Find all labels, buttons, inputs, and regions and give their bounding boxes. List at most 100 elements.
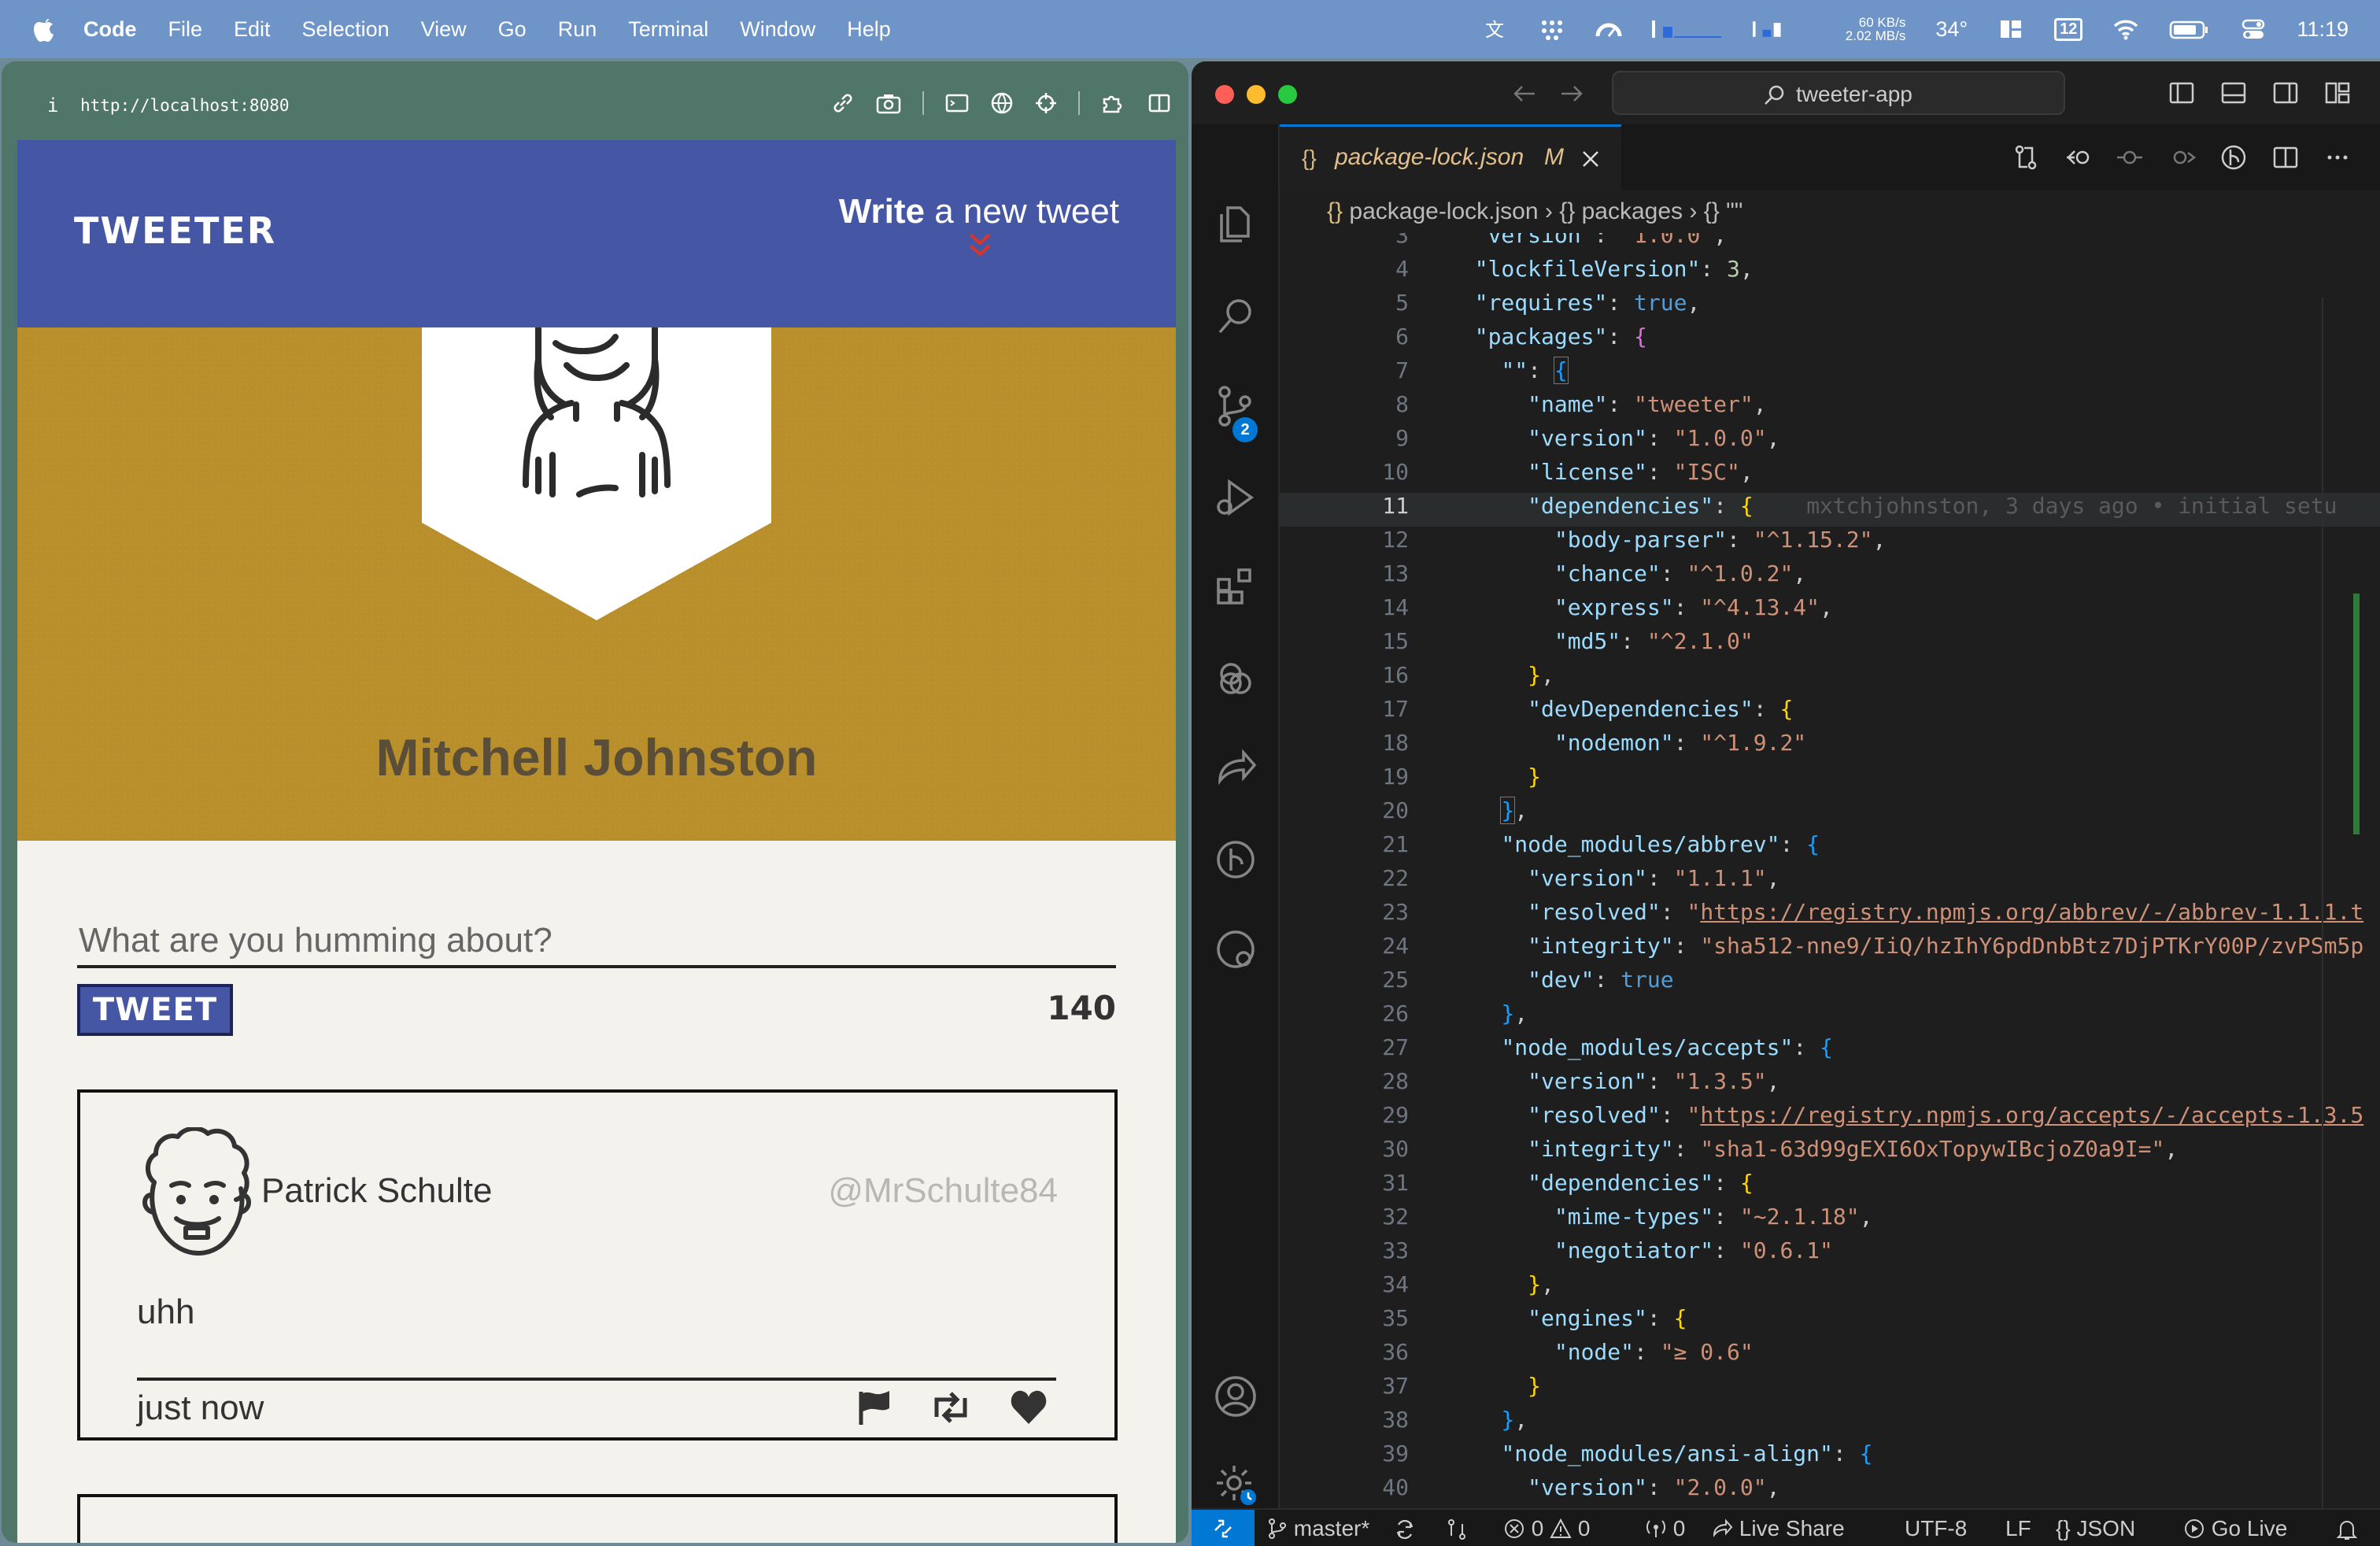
forward-arrow-icon[interactable] <box>1558 82 1585 105</box>
menu-edit[interactable]: Edit <box>234 17 271 42</box>
crosshair-icon[interactable] <box>1034 91 1058 115</box>
speedometer-icon[interactable] <box>1595 16 1622 43</box>
toolbar-divider <box>1078 91 1080 115</box>
retweet-icon[interactable] <box>929 1390 973 1425</box>
globe-icon[interactable] <box>990 91 1014 115</box>
translate-icon[interactable]: 文 <box>1482 16 1509 43</box>
control-center-icon[interactable] <box>2240 16 2267 43</box>
brand-logo[interactable]: TWEETER <box>74 209 276 252</box>
tweet-card <box>77 1494 1118 1543</box>
command-center[interactable]: tweeter-app <box>1612 71 2065 115</box>
menu-help[interactable]: Help <box>847 17 891 42</box>
explorer-icon[interactable] <box>1214 203 1258 247</box>
settings-gear-icon[interactable] <box>1214 1463 1258 1507</box>
previous-change-icon[interactable] <box>2116 143 2144 172</box>
go-live-button[interactable]: Go Live <box>2183 1516 2287 1541</box>
open-changes-icon[interactable] <box>2064 143 2092 172</box>
menu-go[interactable]: Go <box>498 17 527 42</box>
live-share-label: Live Share <box>1739 1516 1845 1540</box>
menu-window[interactable]: Window <box>740 17 815 42</box>
camera-icon[interactable] <box>875 91 902 115</box>
compose-toggle[interactable]: Write a new tweet <box>839 192 1119 231</box>
git-compare-icon[interactable] <box>1445 1518 1469 1541</box>
live-share-icon[interactable] <box>1214 746 1258 790</box>
search-icon <box>1765 85 1784 105</box>
menu-run[interactable]: Run <box>558 17 597 42</box>
menu-app-name[interactable]: Code <box>83 17 137 42</box>
live-share-button[interactable]: Live Share <box>1711 1516 1845 1541</box>
sidebar-toggle-icon[interactable] <box>1148 91 1171 115</box>
code-line: 7 "": { <box>1395 357 1569 384</box>
toggle-panel-icon[interactable] <box>2219 79 2248 107</box>
code-line: 20 }, <box>1382 797 1528 824</box>
customize-layout-icon[interactable] <box>2323 79 2352 107</box>
breadcrumb-file[interactable]: package-lock.json <box>1349 198 1538 224</box>
zoom-window-button[interactable] <box>1278 85 1297 104</box>
scrollbar-thumb[interactable] <box>2353 594 2360 834</box>
double-chevron-down-icon[interactable] <box>968 231 992 260</box>
close-window-button[interactable] <box>1215 85 1234 104</box>
code-line: 3 "version": "1.0.0", <box>1395 233 1728 248</box>
tab-package-lock[interactable]: {} package-lock.json M <box>1280 124 1621 190</box>
split-editor-icon[interactable] <box>2271 143 2300 172</box>
git-graph-icon[interactable] <box>1214 838 1258 882</box>
svg-text:文: 文 <box>1485 19 1504 41</box>
calendar-icon[interactable]: 12 <box>2054 17 2083 41</box>
menu-terminal[interactable]: Terminal <box>628 17 708 42</box>
timeline-icon[interactable] <box>1214 927 1258 971</box>
gitlens-icon[interactable] <box>1214 656 1258 701</box>
code-editor[interactable]: 3 "version": "1.0.0", 4 "lockfileVersion… <box>1280 233 2380 1508</box>
remote-indicator[interactable] <box>1192 1510 1255 1546</box>
back-arrow-icon[interactable] <box>1511 82 1538 105</box>
git-blame-annotation[interactable]: mxtchjohnston, 3 days ago • initial setu <box>1806 493 2337 519</box>
menu-selection[interactable]: Selection <box>302 17 390 42</box>
menu-file[interactable]: File <box>168 17 203 42</box>
compare-changes-icon[interactable] <box>2012 143 2040 172</box>
next-change-icon[interactable] <box>2168 143 2196 172</box>
minimize-window-button[interactable] <box>1247 85 1266 104</box>
branch-indicator[interactable]: master* <box>1267 1516 1369 1541</box>
extensions-icon[interactable] <box>1214 565 1258 609</box>
menu-bar: Code File Edit Selection View Go Run Ter… <box>0 0 2380 58</box>
battery-icon[interactable] <box>2169 16 2210 43</box>
close-tab-icon[interactable] <box>1579 147 1602 171</box>
sync-icon[interactable] <box>1393 1518 1417 1541</box>
toggle-sidebar-icon[interactable] <box>2168 79 2196 107</box>
tweet-input[interactable] <box>77 916 1116 968</box>
breadcrumb-packages[interactable]: packages <box>1582 198 1683 224</box>
go-live-label: Go Live <box>2211 1516 2288 1540</box>
heart-icon[interactable] <box>1009 1389 1048 1426</box>
link-icon[interactable] <box>831 91 855 115</box>
breadcrumb: {} package-lock.json › {} packages › {} … <box>1280 190 2380 235</box>
terminal-icon[interactable] <box>944 91 970 115</box>
clock[interactable]: 11:19 <box>2297 17 2349 42</box>
eol-selector[interactable]: LF <box>2005 1516 2031 1541</box>
more-actions-icon[interactable] <box>2323 143 2352 172</box>
code-line: 13 "chance": "^1.0.2", <box>1382 560 1807 586</box>
language-label: JSON <box>2076 1516 2136 1540</box>
gitlens-blame-icon[interactable] <box>2219 143 2248 172</box>
json-file-icon: {} <box>1327 198 1343 224</box>
site-info-icon[interactable]: i <box>47 94 58 117</box>
flag-icon[interactable] <box>856 1389 893 1426</box>
toggle-secondary-sidebar-icon[interactable] <box>2271 79 2300 107</box>
extensions-icon[interactable] <box>1100 91 1127 115</box>
run-debug-icon[interactable] <box>1214 475 1258 520</box>
encoding-selector[interactable]: UTF-8 <box>1905 1516 1967 1541</box>
address-bar[interactable]: http://localhost:8080 <box>80 96 290 115</box>
ports-indicator[interactable]: 0 <box>1645 1516 1685 1541</box>
layout-icon[interactable] <box>1998 16 2024 43</box>
problems-indicator[interactable]: 0 0 <box>1503 1516 1591 1541</box>
apple-icon[interactable] <box>31 14 57 44</box>
code-line: 10 "license": "ISC", <box>1382 459 1754 485</box>
language-mode[interactable]: {} JSON <box>2056 1516 2135 1541</box>
account-icon[interactable] <box>1214 1374 1258 1418</box>
grid-dots-icon[interactable] <box>1539 16 1565 43</box>
search-icon[interactable] <box>1214 294 1258 338</box>
menu-view[interactable]: View <box>421 17 467 42</box>
wifi-icon[interactable] <box>2112 16 2139 43</box>
notifications-bell-icon[interactable] <box>2336 1518 2358 1541</box>
code-line: 24 "integrity": "sha512-nne9/IiQ/hzIhY6p… <box>1382 933 2364 959</box>
breadcrumb-key[interactable]: "" <box>1726 198 1743 224</box>
tweet-button[interactable]: TWEET <box>77 984 233 1036</box>
